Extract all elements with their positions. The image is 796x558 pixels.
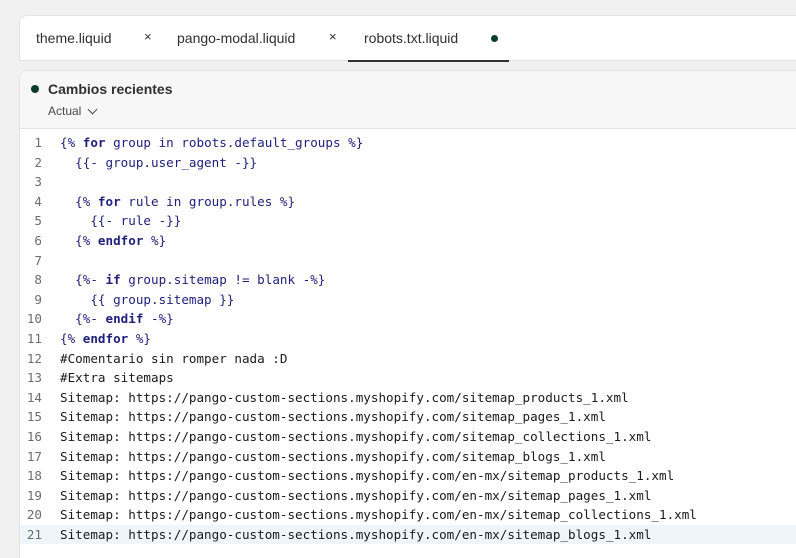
code-text: #Comentario sin romper nada :D: [60, 350, 288, 366]
line-number: 21: [26, 526, 42, 542]
code-line: 19 Sitemap: https://pango-custom-sections…: [20, 486, 796, 506]
line-number: 14: [26, 389, 42, 405]
code-text: {% for rule in group.rules %}: [60, 193, 296, 209]
code-line: 10 {%- endif -%}: [20, 309, 796, 329]
tab-pango-modal-liquid[interactable]: pango-modal.liquid ×: [165, 16, 348, 61]
code-line: 14 Sitemap: https://pango-custom-sections…: [20, 388, 796, 408]
code-line: 7: [20, 251, 796, 271]
recent-changes-header: Cambios recientes Actual: [20, 71, 796, 129]
line-number: 4: [34, 193, 42, 209]
code-line: 21 Sitemap: https://pango-custom-sections…: [20, 524, 796, 545]
code-text: Sitemap: https://pango-custom-sections.m…: [60, 409, 606, 425]
chevron-down-icon: [87, 104, 98, 114]
status-dot-icon: [31, 85, 39, 93]
version-label: Actual: [48, 104, 82, 118]
unsaved-dot-icon: [491, 35, 498, 42]
line-number: 12: [26, 350, 42, 366]
line-number: 5: [34, 213, 42, 229]
code-line: 13 #Extra sitemaps: [20, 368, 796, 388]
code-text: {%- endif -%}: [60, 311, 174, 327]
tab-theme-liquid[interactable]: theme.liquid ×: [20, 16, 165, 61]
line-number: 20: [26, 507, 42, 523]
line-number: 10: [26, 311, 42, 327]
code-line: 9 {{ group.sitemap }}: [20, 290, 796, 310]
code-line: 18 Sitemap: https://pango-custom-sections…: [20, 466, 796, 486]
line-number: 11: [26, 330, 42, 346]
line-number: 13: [26, 370, 42, 386]
code-line: 20 Sitemap: https://pango-custom-sections…: [20, 505, 796, 525]
close-icon[interactable]: ×: [144, 29, 152, 44]
active-tab-indicator: [348, 60, 509, 62]
code-text: Sitemap: https://pango-custom-sections.m…: [60, 468, 675, 484]
code-area[interactable]: 1 {% for group in robots.default_groups %…: [20, 133, 796, 545]
tab-robots-txt-liquid[interactable]: robots.txt.liquid: [348, 16, 509, 62]
code-line: 6 {% endfor %}: [20, 231, 796, 251]
code-text: {{- group.user_agent -}}: [60, 154, 258, 170]
tab-label: theme.liquid: [36, 30, 112, 46]
code-text: Sitemap: https://pango-custom-sections.m…: [60, 389, 629, 405]
code-line: 3: [20, 172, 796, 192]
code-line: 12 #Comentario sin romper nada :D: [20, 349, 796, 369]
code-text: Sitemap: https://pango-custom-sections.m…: [60, 448, 606, 464]
code-text: Sitemap: https://pango-custom-sections.m…: [60, 526, 652, 542]
code-text: Sitemap: https://pango-custom-sections.m…: [60, 487, 652, 503]
code-text: Sitemap: https://pango-custom-sections.m…: [60, 507, 697, 523]
line-number: 19: [26, 487, 42, 503]
code-editor-panel: Cambios recientes Actual 1 {% for group i…: [19, 70, 796, 558]
line-number: 1: [34, 135, 42, 150]
line-number: 3: [34, 174, 42, 190]
code-line: 17 Sitemap: https://pango-custom-sections…: [20, 447, 796, 467]
code-line: 4 {% for rule in group.rules %}: [20, 192, 796, 212]
code-line: 2 {{- group.user_agent -}}: [20, 153, 796, 173]
line-number: 15: [26, 409, 42, 425]
code-line: 11 {% endfor %}: [20, 329, 796, 349]
code-line: 1 {% for group in robots.default_groups %…: [20, 133, 796, 153]
code-line: 16 Sitemap: https://pango-custom-sections…: [20, 427, 796, 447]
line-number: 18: [26, 468, 42, 484]
line-number: 16: [26, 428, 42, 444]
close-icon[interactable]: ×: [329, 29, 337, 44]
tab-label: pango-modal.liquid: [177, 30, 296, 46]
code-line: 5 {{- rule -}}: [20, 211, 796, 231]
code-text: {{ group.sitemap }}: [60, 291, 235, 307]
code-text: Sitemap: https://pango-custom-sections.m…: [60, 428, 652, 444]
tab-label: robots.txt.liquid: [364, 30, 459, 46]
line-number: 6: [34, 232, 42, 248]
line-number: 9: [34, 291, 42, 307]
code-text: {% endfor %}: [60, 232, 167, 248]
version-dropdown[interactable]: Actual: [48, 104, 98, 118]
line-number: 7: [34, 252, 42, 268]
code-text: #Extra sitemaps: [60, 370, 174, 386]
line-number: 17: [26, 448, 42, 464]
code-text: {%- if group.sitemap != blank -%}: [60, 272, 326, 288]
code-line: 15 Sitemap: https://pango-custom-sections…: [20, 407, 796, 427]
code-text: {{- rule -}}: [60, 213, 182, 229]
code-text: {% endfor %}: [60, 330, 151, 346]
file-tabs: theme.liquid × pango-modal.liquid × robo…: [19, 15, 796, 62]
line-number: 2: [34, 154, 42, 170]
code-text: {% for group in robots.default_groups %}: [60, 135, 364, 150]
line-number: 8: [34, 272, 42, 288]
code-line: 8 {%- if group.sitemap != blank -%}: [20, 270, 796, 290]
recent-changes-title: Cambios recientes: [48, 81, 173, 97]
